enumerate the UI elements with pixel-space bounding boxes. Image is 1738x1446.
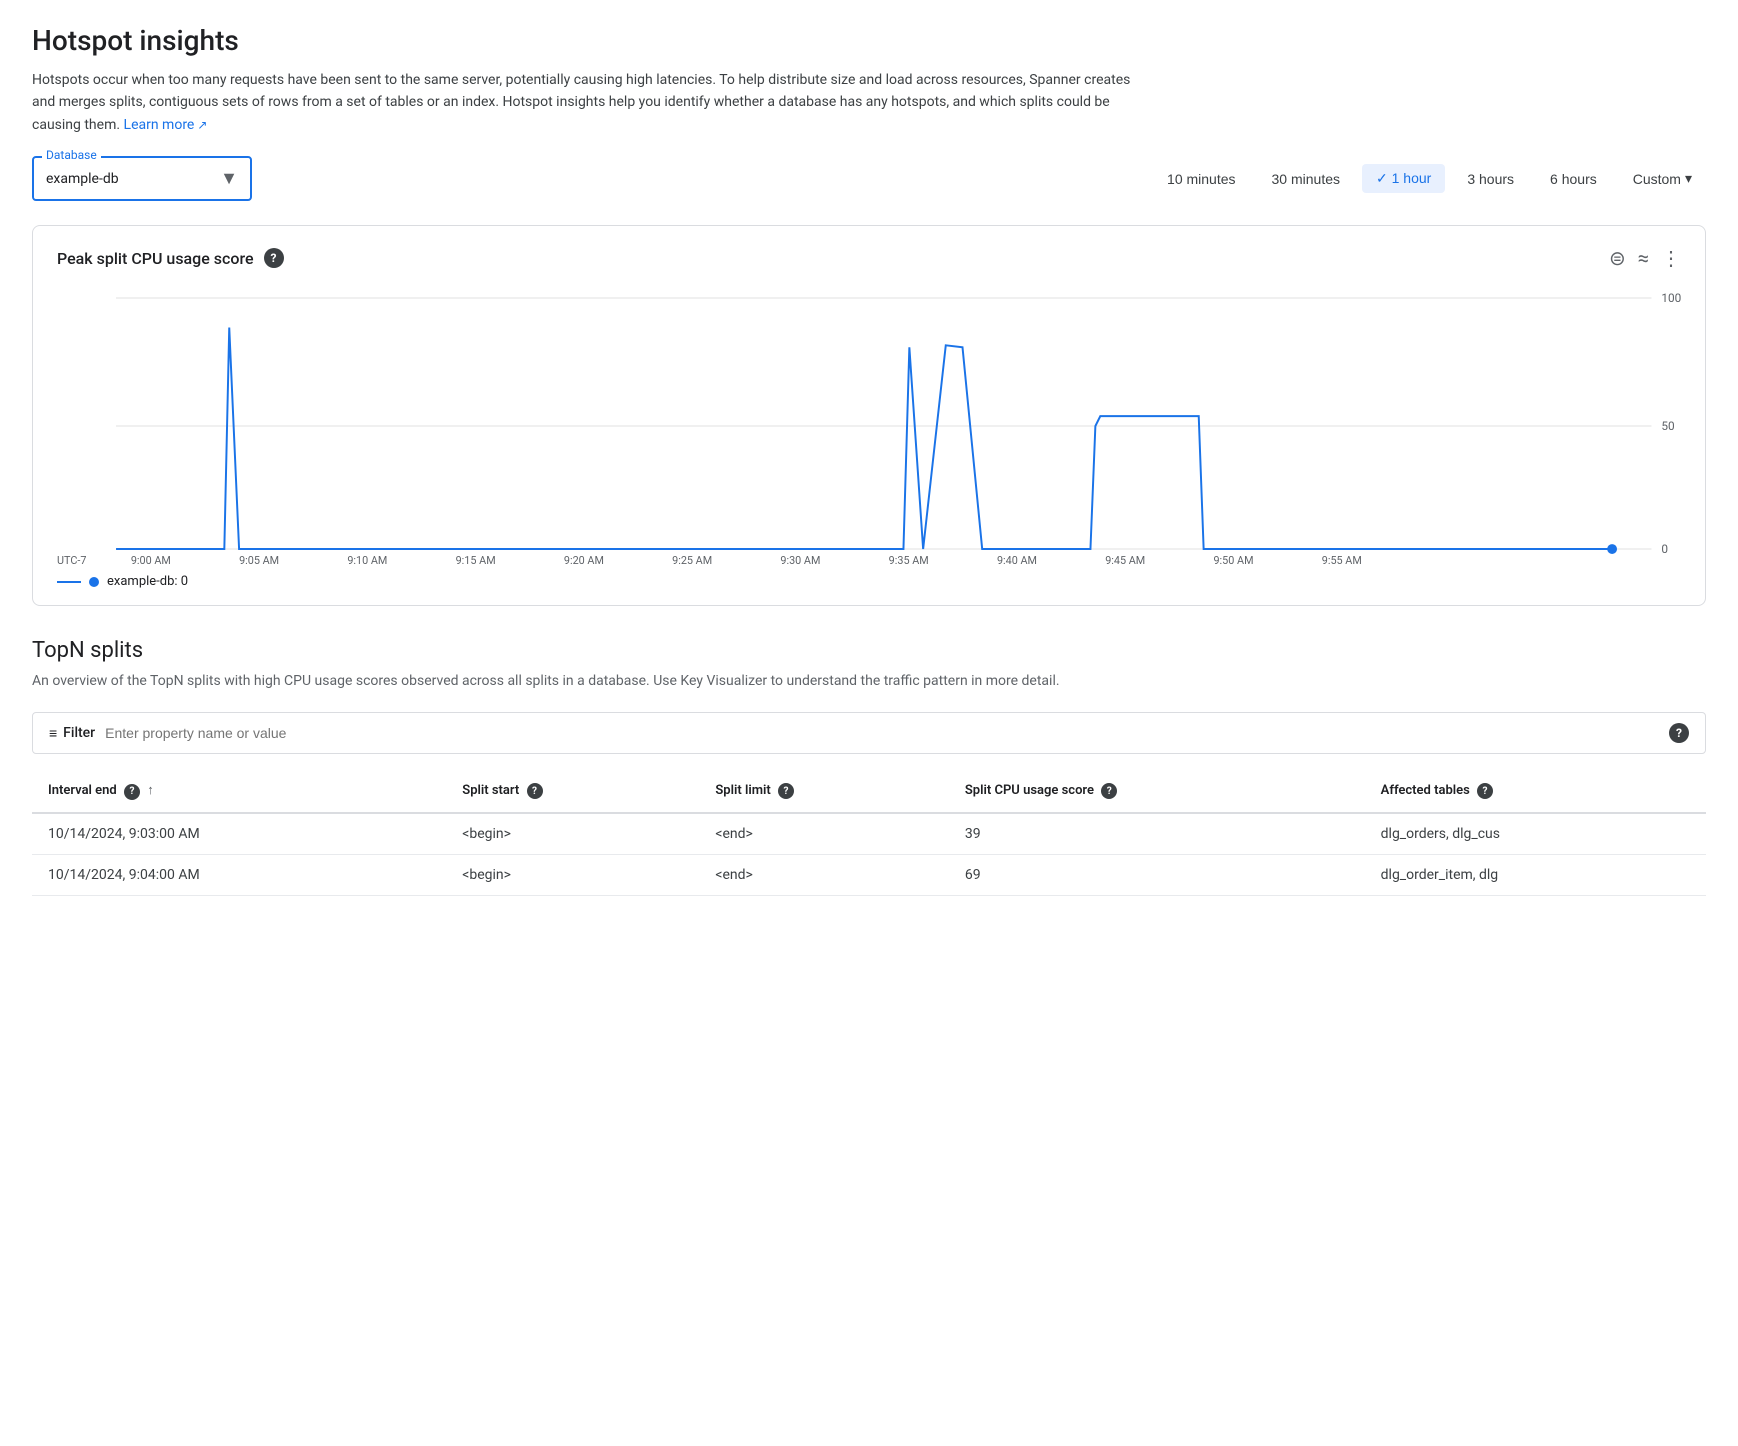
database-dropdown[interactable]: example-db ▼: [46, 162, 238, 195]
filter-left: ≡ Filter: [49, 725, 405, 742]
page-description: Hotspots occur when too many requests ha…: [32, 69, 1132, 136]
svg-text:9:40 AM: 9:40 AM: [997, 554, 1037, 566]
svg-text:50: 50: [1661, 419, 1674, 433]
svg-text:9:30 AM: 9:30 AM: [780, 554, 820, 566]
legend-line-icon: [57, 581, 81, 583]
filter-lines-icon: ≡: [49, 725, 57, 742]
learn-more-link[interactable]: Learn more: [124, 117, 208, 133]
svg-text:9:00 AM: 9:00 AM: [131, 554, 171, 566]
cell-interval-end-1: 10/14/2024, 9:04:00 AM: [32, 854, 446, 895]
topn-table: Interval end ? ↑ Split start ? Split lim…: [32, 770, 1706, 896]
time-btn-30min[interactable]: 30 minutes: [1258, 165, 1354, 193]
cell-affected-tables-1: dlg_order_item, dlg: [1365, 854, 1706, 895]
topn-section: TopN splits An overview of the TopN spli…: [32, 638, 1706, 896]
chart-legend: example-db: 0: [57, 574, 1681, 589]
th-interval-end-help[interactable]: ?: [124, 784, 140, 800]
chart-title-group: Peak split CPU usage score ?: [57, 248, 284, 268]
cell-interval-end-0: 10/14/2024, 9:03:00 AM: [32, 813, 446, 855]
chart-card: Peak split CPU usage score ? ⊜ ≈ ⋮ 100 5…: [32, 225, 1706, 606]
th-affected-tables: Affected tables ?: [1365, 770, 1706, 813]
chart-graph-icon[interactable]: ≈: [1638, 246, 1649, 270]
page-title: Hotspot insights: [32, 24, 1706, 57]
time-btn-3hours[interactable]: 3 hours: [1453, 165, 1528, 193]
table-header: Interval end ? ↑ Split start ? Split lim…: [32, 770, 1706, 813]
svg-text:9:10 AM: 9:10 AM: [347, 554, 387, 566]
cell-affected-tables-0: dlg_orders, dlg_cus: [1365, 813, 1706, 855]
svg-text:9:05 AM: 9:05 AM: [239, 554, 279, 566]
table-row: 10/14/2024, 9:03:00 AM <begin> <end> 39 …: [32, 813, 1706, 855]
chart-lines-icon[interactable]: ⊜: [1609, 246, 1626, 270]
th-interval-end: Interval end ? ↑: [32, 770, 446, 813]
topn-title: TopN splits: [32, 638, 1706, 663]
th-split-start-help[interactable]: ?: [527, 783, 543, 799]
database-selector[interactable]: Database example-db ▼: [32, 156, 252, 201]
svg-text:9:20 AM: 9:20 AM: [564, 554, 604, 566]
filter-help-icon[interactable]: ?: [1669, 723, 1689, 743]
th-split-limit-help[interactable]: ?: [778, 783, 794, 799]
svg-text:9:25 AM: 9:25 AM: [672, 554, 712, 566]
cell-split-start-1: <begin>: [446, 854, 699, 895]
cell-split-start-0: <begin>: [446, 813, 699, 855]
filter-input[interactable]: [105, 725, 405, 741]
svg-text:0: 0: [1661, 542, 1668, 556]
svg-text:9:50 AM: 9:50 AM: [1213, 554, 1253, 566]
th-split-limit: Split limit ?: [699, 770, 948, 813]
svg-text:9:35 AM: 9:35 AM: [889, 554, 929, 566]
database-label: Database: [42, 148, 101, 162]
th-cpu-score-help[interactable]: ?: [1101, 783, 1117, 799]
svg-text:UTC-7: UTC-7: [57, 554, 86, 566]
filter-bar: ≡ Filter ?: [32, 712, 1706, 754]
chart-header: Peak split CPU usage score ? ⊜ ≈ ⋮: [57, 246, 1681, 270]
chart-container: 100 50 0 UTC-7 9:00 AM 9:05 AM 9:10 AM 9…: [57, 286, 1681, 566]
svg-text:9:15 AM: 9:15 AM: [456, 554, 496, 566]
filter-button[interactable]: ≡ Filter: [49, 725, 95, 742]
table-row: 10/14/2024, 9:04:00 AM <begin> <end> 69 …: [32, 854, 1706, 895]
chart-help-icon[interactable]: ?: [264, 248, 284, 268]
svg-text:100: 100: [1661, 291, 1681, 305]
cell-cpu-score-0: 39: [949, 813, 1365, 855]
time-btn-6hours[interactable]: 6 hours: [1536, 165, 1611, 193]
svg-text:9:45 AM: 9:45 AM: [1105, 554, 1145, 566]
filter-label: Filter: [63, 725, 95, 741]
chart-title: Peak split CPU usage score: [57, 249, 254, 268]
chart-svg: 100 50 0 UTC-7 9:00 AM 9:05 AM 9:10 AM 9…: [57, 286, 1681, 566]
controls-row: Database example-db ▼ 10 minutes 30 minu…: [32, 156, 1706, 201]
custom-arrow-icon: ▾: [1685, 170, 1692, 187]
th-split-start: Split start ?: [446, 770, 699, 813]
th-cpu-score: Split CPU usage score ?: [949, 770, 1365, 813]
time-btn-10min[interactable]: 10 minutes: [1153, 165, 1249, 193]
time-range-selector: 10 minutes 30 minutes ✓ 1 hour 3 hours 6…: [1153, 164, 1706, 193]
cell-split-limit-0: <end>: [699, 813, 948, 855]
table-body: 10/14/2024, 9:03:00 AM <begin> <end> 39 …: [32, 813, 1706, 896]
dropdown-arrow-icon: ▼: [220, 168, 238, 189]
th-interval-end-sort-icon[interactable]: ↑: [147, 782, 154, 798]
chart-legend-label: example-db: 0: [107, 574, 188, 589]
time-btn-1hour[interactable]: ✓ 1 hour: [1362, 164, 1445, 193]
chart-more-icon[interactable]: ⋮: [1661, 246, 1681, 270]
th-affected-tables-help[interactable]: ?: [1477, 783, 1493, 799]
cell-split-limit-1: <end>: [699, 854, 948, 895]
time-btn-custom[interactable]: Custom ▾: [1619, 164, 1706, 193]
chart-actions: ⊜ ≈ ⋮: [1609, 246, 1681, 270]
database-selected-value: example-db: [46, 171, 119, 187]
legend-dot-icon: [89, 577, 99, 587]
cell-cpu-score-1: 69: [949, 854, 1365, 895]
svg-text:9:55 AM: 9:55 AM: [1322, 554, 1362, 566]
topn-description: An overview of the TopN splits with high…: [32, 671, 1706, 692]
